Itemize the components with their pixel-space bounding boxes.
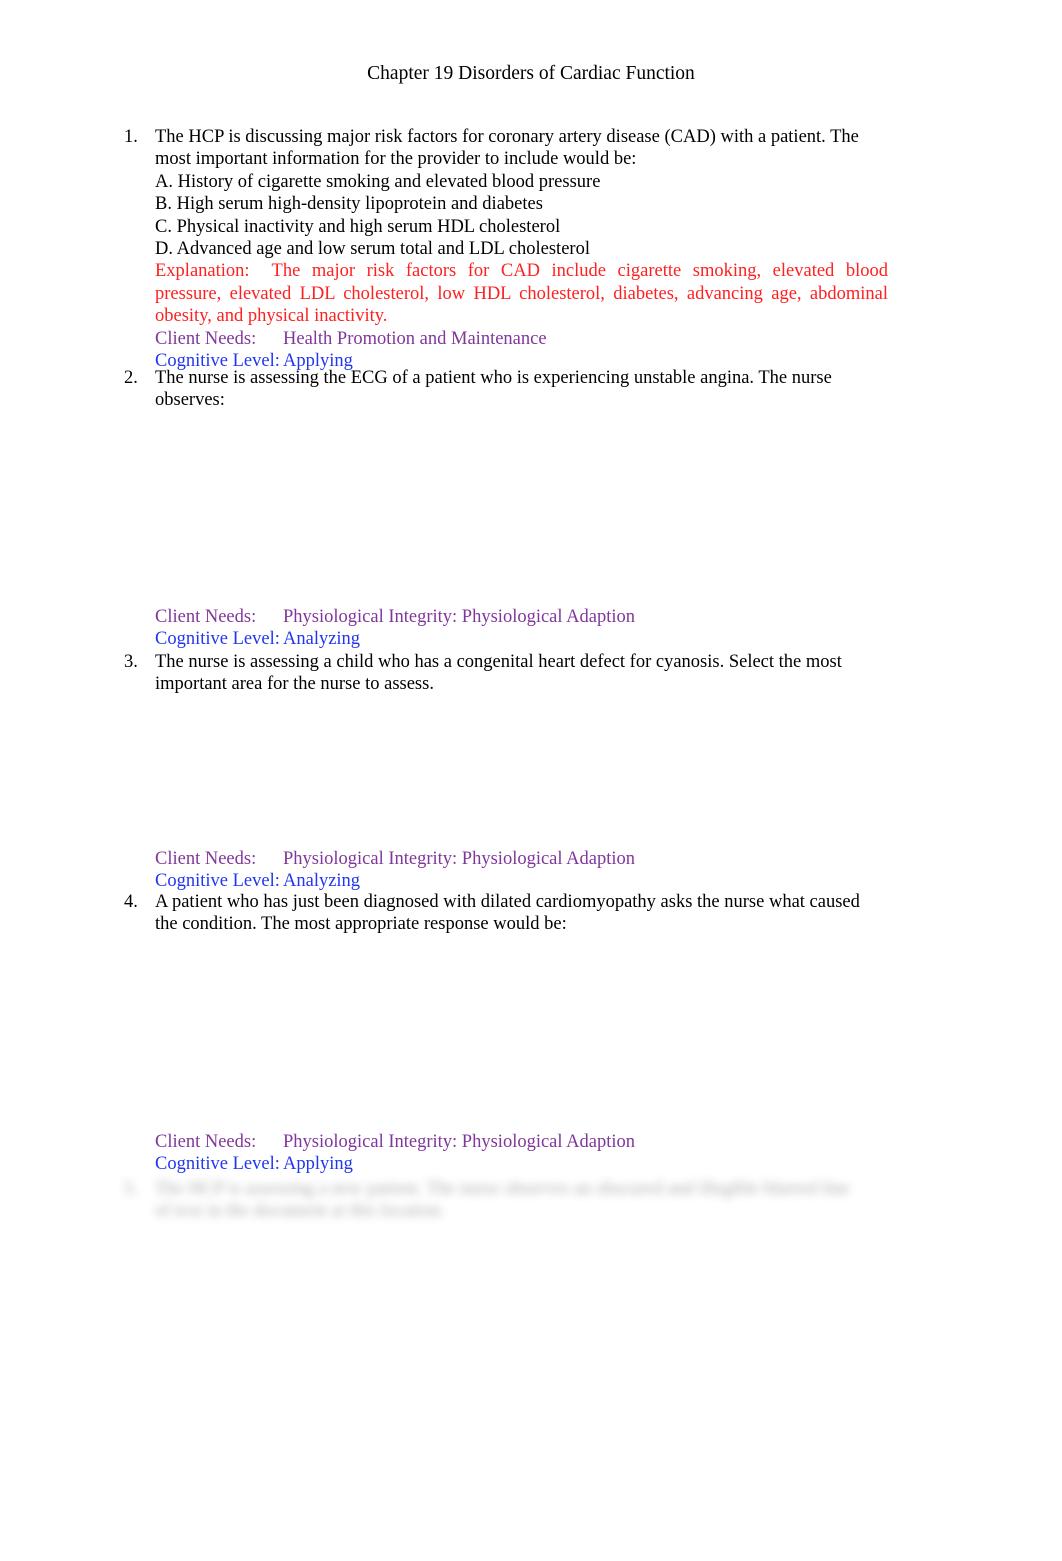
obscured-question-item-5: 5. The HCP is assessing a new patient. T… <box>124 1178 914 1223</box>
question-item-4: 4. A patient who has just been diagnosed… <box>124 891 924 936</box>
question-1-number: 1. <box>124 127 138 147</box>
question-2-client-needs: Client Needs: Physiological Integrity: P… <box>155 606 924 628</box>
question-2-header: 2. The nurse is assessing the ECG of a p… <box>124 367 924 412</box>
cognitive-level-label: Cognitive Level: <box>155 629 280 650</box>
question-2-stem: The nurse is assessing the ECG of a pati… <box>155 368 832 411</box>
question-4-cognitive-level: Cognitive Level: Applying <box>155 1153 924 1175</box>
explanation-label: Explanation: <box>155 261 250 282</box>
question-1-option-d[interactable]: D. Advanced age and low serum total and … <box>155 238 924 260</box>
question-4-client-needs: Client Needs: Physiological Integrity: P… <box>155 1131 924 1153</box>
question-2-number: 2. <box>124 368 138 388</box>
obscured-question-stem: The HCP is assessing a new patient. The … <box>155 1179 850 1222</box>
question-1-option-c[interactable]: C. Physical inactivity and high serum HD… <box>155 216 924 238</box>
question-4-cognitive-level-value: Applying <box>283 1154 353 1175</box>
question-4-header: 4. A patient who has just been diagnosed… <box>124 891 924 936</box>
question-3-cognitive-level: Cognitive Level: Analyzing <box>155 870 924 892</box>
question-1-explanation: Explanation: The major risk factors for C… <box>155 260 888 327</box>
question-2-cognitive-level-value: Analyzing <box>283 629 361 650</box>
question-4-metadata: Client Needs: Physiological Integrity: P… <box>124 1131 924 1176</box>
client-needs-label: Client Needs: <box>155 607 257 627</box>
cognitive-level-label: Cognitive Level: <box>155 871 280 892</box>
question-3-metadata: Client Needs: Physiological Integrity: P… <box>124 848 924 893</box>
question-4-stem: A patient who has just been diagnosed wi… <box>155 892 860 935</box>
question-1-option-a[interactable]: A. History of cigarette smoking and elev… <box>155 171 924 193</box>
question-item-3: 3. The nurse is assessing a child who ha… <box>124 651 924 696</box>
question-item-2: 2. The nurse is assessing the ECG of a p… <box>124 367 924 412</box>
question-1-option-b[interactable]: B. High serum high-density lipoprotein a… <box>155 193 924 215</box>
question-2-cognitive-level: Cognitive Level: Analyzing <box>155 628 924 650</box>
document-page: Chapter 19 Disorders of Cardiac Function… <box>0 0 1062 1561</box>
question-1-client-needs: Client Needs: Health Promotion and Maint… <box>155 328 924 350</box>
question-1-header: 1. The HCP is discussing major risk fact… <box>124 126 924 372</box>
question-4-client-needs-value: Physiological Integrity: Physiological A… <box>283 1132 635 1152</box>
client-needs-label: Client Needs: <box>155 328 257 349</box>
question-3-client-needs-value: Physiological Integrity: Physiological A… <box>283 849 635 869</box>
question-2-client-needs-value: Physiological Integrity: Physiological A… <box>283 607 635 627</box>
question-3-header: 3. The nurse is assessing a child who ha… <box>124 651 924 696</box>
client-needs-label: Client Needs: <box>155 849 257 869</box>
obscured-question-number: 5. <box>124 1179 138 1199</box>
question-1-stem: The HCP is discussing major risk factors… <box>155 127 859 170</box>
page-title: Chapter 19 Disorders of Cardiac Function <box>367 63 695 84</box>
question-1-explanation-text: The major risk factors for CAD include c… <box>155 261 888 327</box>
question-3-client-needs: Client Needs: Physiological Integrity: P… <box>155 848 924 870</box>
question-1-client-needs-value: Health Promotion and Maintenance <box>283 328 547 349</box>
question-3-cognitive-level-value: Analyzing <box>283 871 361 892</box>
question-3-stem: The nurse is assessing a child who has a… <box>155 652 842 695</box>
client-needs-label: Client Needs: <box>155 1132 257 1152</box>
cognitive-level-label: Cognitive Level: <box>155 1154 280 1175</box>
question-4-number: 4. <box>124 892 138 912</box>
question-2-metadata: Client Needs: Physiological Integrity: P… <box>124 606 924 651</box>
question-item-1: 1. The HCP is discussing major risk fact… <box>124 126 924 372</box>
question-3-number: 3. <box>124 652 138 672</box>
